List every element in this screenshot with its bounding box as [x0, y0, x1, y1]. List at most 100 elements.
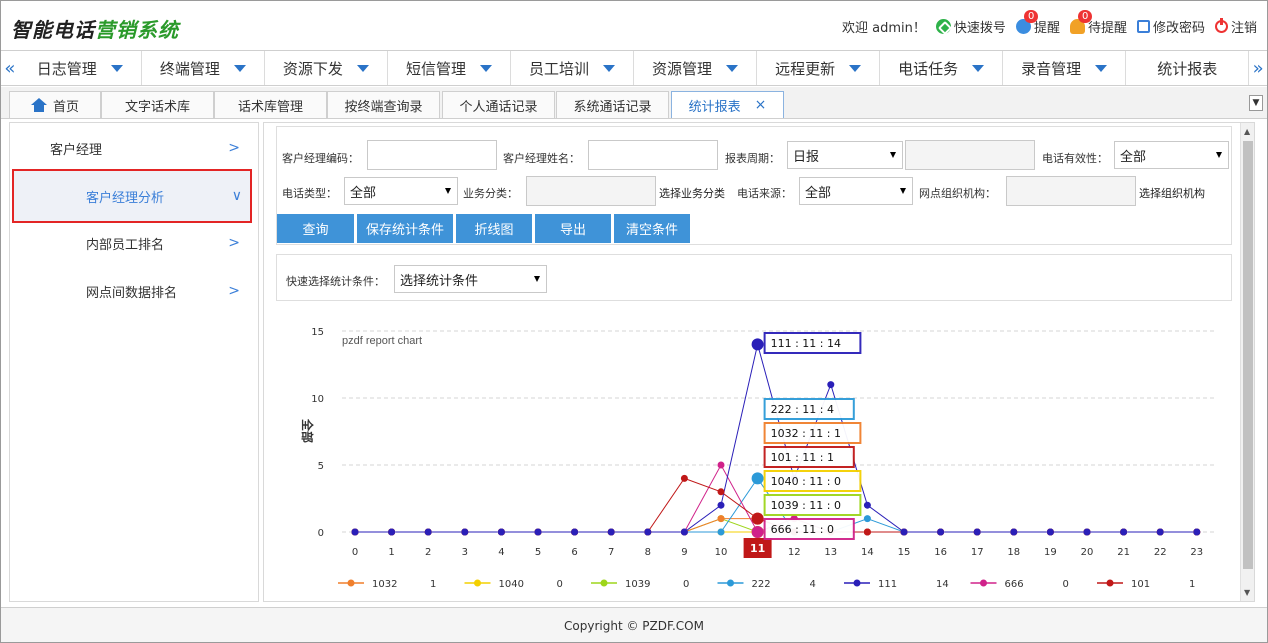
tab-home[interactable]: 首页 — [9, 91, 101, 118]
quick-select-dropdown[interactable]: 选择统计条件 — [394, 265, 547, 293]
dropdown-icon — [1216, 152, 1222, 158]
biz-select-link[interactable]: 选择业务分类 — [659, 185, 725, 201]
vertical-scrollbar[interactable]: ▲ ▼ — [1240, 123, 1254, 601]
sidebar-item-label: 客户经理 — [50, 142, 103, 158]
close-icon[interactable]: × — [755, 97, 767, 113]
remind-link[interactable]: 0 提醒 — [1015, 10, 1060, 36]
x-tick-label: 23 — [1190, 547, 1203, 558]
change-password-label: 修改密码 — [1152, 21, 1205, 36]
menu-item-report[interactable]: 统计报表 — [1126, 51, 1250, 85]
data-point-111 — [751, 338, 764, 351]
biz-input[interactable] — [526, 176, 656, 206]
data-point-111 — [534, 528, 542, 536]
tab-terminal-query[interactable]: 按终端查询录 — [327, 91, 440, 118]
x-tick-label: 4 — [498, 547, 504, 558]
data-point-222 — [863, 515, 871, 523]
menu-item-remote-update[interactable]: 远程更新 — [757, 51, 881, 85]
quick-select-panel: 快速选择统计条件： 选择统计条件 — [276, 254, 1232, 301]
y-tick-label: 10 — [311, 394, 324, 405]
menu-label: 电话任务 — [898, 59, 959, 78]
y-tick-label: 15 — [311, 327, 324, 338]
logout-label: 注销 — [1230, 21, 1257, 36]
org-label: 网点组织机构： — [919, 187, 996, 200]
query-button[interactable]: 查询 — [277, 214, 354, 243]
change-password-link[interactable]: 修改密码 — [1136, 17, 1205, 36]
tab-script-manage[interactable]: 话术库管理 — [214, 91, 327, 118]
sidebar-item-label: 网点间数据排名 — [86, 285, 178, 301]
tooltip-text-222: 222 : 11 : 4 — [771, 403, 834, 416]
menu-scroll-right-icon[interactable]: » — [1249, 51, 1267, 85]
data-point-111 — [644, 528, 652, 536]
period-date-input[interactable] — [905, 140, 1035, 170]
manager-name-input[interactable] — [588, 140, 718, 170]
tab-statistics[interactable]: 统计报表 × — [671, 91, 784, 118]
legend-value: 0 — [557, 579, 563, 590]
legend-name: 101 — [1131, 579, 1150, 590]
scrollbar-thumb[interactable] — [1243, 141, 1253, 569]
menu-item-resource-manage[interactable]: 资源管理 — [634, 51, 758, 85]
line-chart-button[interactable]: 折线图 — [456, 214, 532, 243]
menu-item-training[interactable]: 员工培训 — [511, 51, 635, 85]
legend-marker-666 — [980, 579, 987, 587]
tab-menu-chevron-down-icon[interactable]: ▼ — [1249, 95, 1263, 111]
tooltip-text-101: 101 : 11 : 1 — [771, 451, 834, 464]
menu-item-sms[interactable]: 短信管理 — [388, 51, 511, 85]
legend-marker-111 — [853, 579, 861, 587]
call-type-select[interactable]: 全部 — [344, 177, 458, 205]
x-tick-label: 7 — [608, 547, 614, 558]
scroll-up-icon[interactable]: ▲ — [1244, 127, 1250, 136]
manager-code-input[interactable] — [367, 140, 497, 170]
clear-conditions-button[interactable]: 清空条件 — [614, 214, 690, 243]
tab-personal-calls[interactable]: 个人通话记录 — [442, 91, 555, 118]
data-point-101 — [717, 488, 725, 496]
dropdown-icon — [890, 152, 896, 158]
tab-system-calls[interactable]: 系统通话记录 — [556, 91, 669, 118]
sidebar-item-manager[interactable]: 客户经理 > — [10, 125, 258, 171]
menu-item-log[interactable]: 日志管理 — [19, 51, 142, 85]
menu-item-call-task[interactable]: 电话任务 — [880, 51, 1004, 85]
menu-item-resource-dispatch[interactable]: 资源下发 — [265, 51, 388, 85]
caret-down-icon — [110, 64, 123, 72]
x-tick-label: 13 — [824, 547, 837, 558]
tab-text-script[interactable]: 文字话术库 — [101, 91, 214, 118]
quick-dial-link[interactable]: 快速拨号 — [935, 17, 1006, 36]
org-input[interactable] — [1006, 176, 1136, 206]
tab-label: 系统通话记录 — [573, 99, 652, 115]
menu-item-recording[interactable]: 录音管理 — [1003, 51, 1127, 85]
caret-down-icon — [233, 64, 246, 72]
chevron-right-icon: > — [228, 140, 240, 156]
pending-label: 待提醒 — [1087, 21, 1127, 36]
y-axis-label: 全部 — [300, 418, 315, 443]
org-select-link[interactable]: 选择组织机构 — [1139, 185, 1205, 201]
chevron-down-icon: ∨ — [231, 188, 242, 204]
period-value: 日报 — [793, 149, 820, 165]
period-select[interactable]: 日报 — [787, 141, 903, 169]
menu-label: 日志管理 — [36, 59, 97, 78]
pending-link[interactable]: 0 待提醒 — [1069, 10, 1127, 36]
sidebar-item-manager-analysis[interactable]: 客户经理分析 ∨ — [12, 169, 252, 223]
tooltip-text-1040: 1040 : 11 : 0 — [771, 475, 841, 488]
data-point-111 — [827, 381, 835, 389]
phone-icon — [935, 19, 951, 34]
caret-down-icon — [972, 64, 985, 72]
sidebar-item-branch-ranking[interactable]: 网点间数据排名 > — [10, 268, 258, 314]
manager-code-label: 客户经理编码： — [282, 152, 359, 165]
data-point-111 — [1120, 528, 1128, 536]
quick-dial-label: 快速拨号 — [953, 21, 1006, 36]
data-point-111 — [607, 528, 615, 536]
tab-label: 统计报表 — [688, 99, 741, 115]
export-button[interactable]: 导出 — [535, 214, 611, 243]
data-point-222 — [717, 528, 725, 536]
legend-name: 1039 — [625, 579, 650, 590]
menu-scroll-left-icon[interactable]: « — [1, 51, 19, 85]
sidebar-item-staff-ranking[interactable]: 内部员工排名 > — [10, 220, 258, 266]
scroll-down-icon[interactable]: ▼ — [1244, 588, 1250, 597]
menu-item-terminal[interactable]: 终端管理 — [142, 51, 265, 85]
logout-link[interactable]: 注销 — [1214, 17, 1257, 36]
source-select[interactable]: 全部 — [799, 177, 913, 205]
menu-label: 录音管理 — [1021, 59, 1082, 78]
legend-marker-1040 — [474, 579, 481, 587]
save-conditions-button[interactable]: 保存统计条件 — [357, 214, 453, 243]
welcome-text: 欢迎 admin！ — [842, 21, 926, 36]
validity-select[interactable]: 全部 — [1114, 141, 1229, 169]
